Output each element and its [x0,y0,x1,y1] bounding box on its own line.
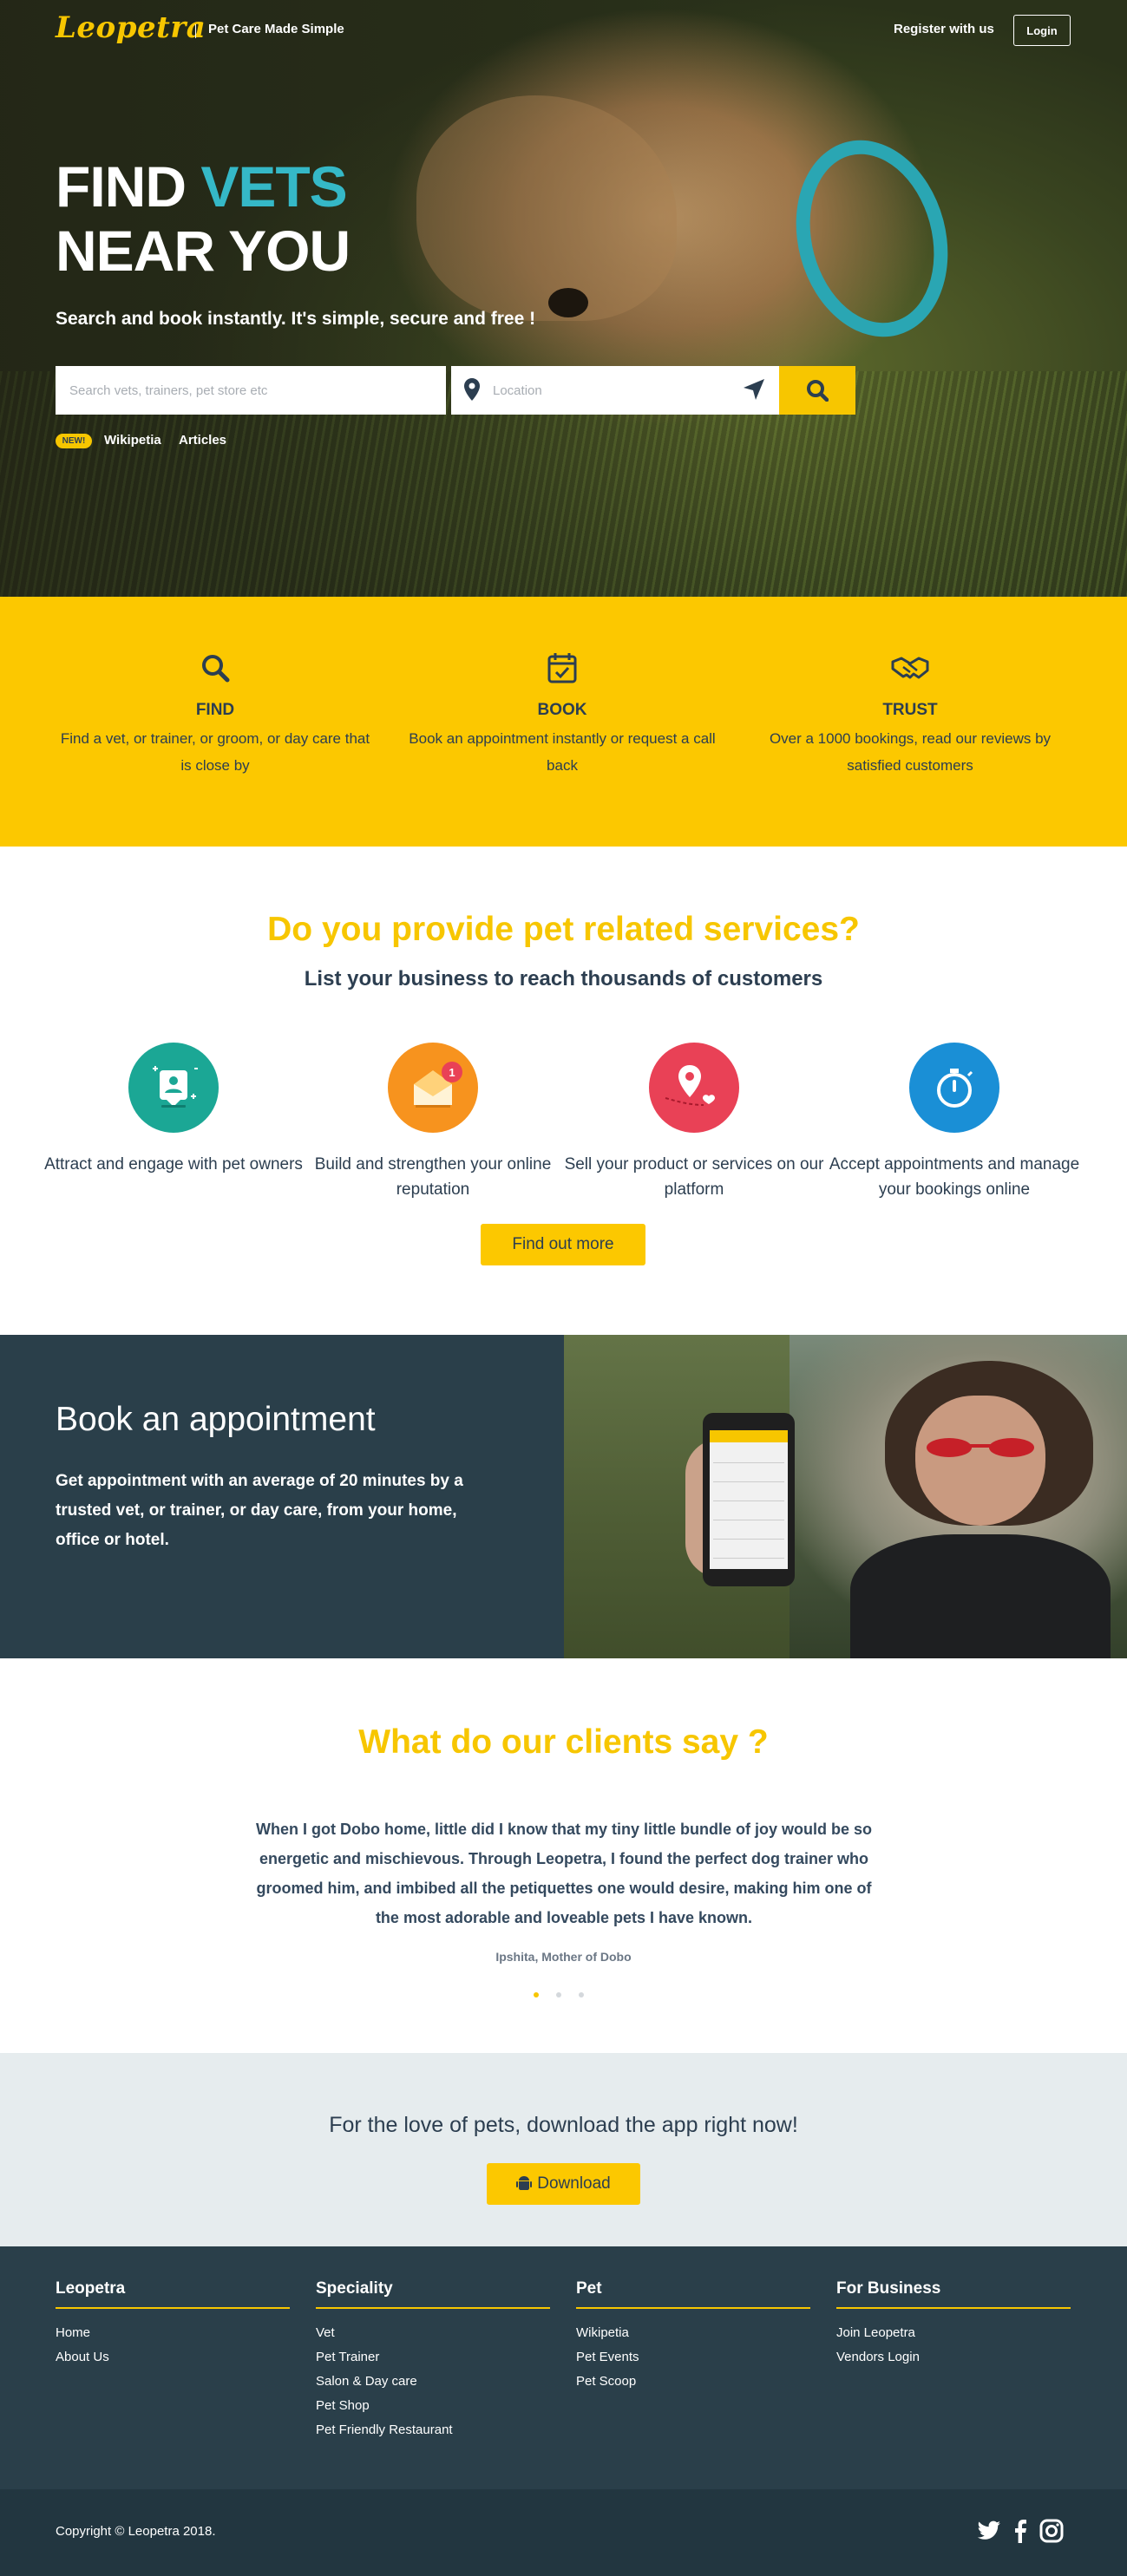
calendar-check-icon [406,649,718,687]
footer-col-pet: Pet Wikipetia Pet Events Pet Scoop [576,2279,810,2394]
woman-with-phone-image [564,1335,1127,1658]
footer: Leopetra Home About Us Speciality Vet Pe… [0,2246,1127,2489]
appointment-desc: Get appointment with an average of 20 mi… [56,1472,463,1549]
footer-link-wikipetia[interactable]: Wikipetia [576,2321,810,2345]
services-title: Do you provide pet related services? [267,911,860,948]
phone-mockup [703,1413,795,1586]
download-button[interactable]: Download [487,2163,640,2205]
service-engage: Attract and engage with pet owners [43,1043,304,1177]
social-links [977,2519,1064,2543]
search-icon [807,380,829,402]
notification-badge: 1 [442,1062,462,1082]
tagline: Pet Care Made Simple [208,22,344,36]
footer-link-pet-trainer[interactable]: Pet Trainer [316,2345,550,2370]
feature-book: BOOK Book an appointment instantly or re… [406,649,718,779]
footer-link-restaurant[interactable]: Pet Friendly Restaurant [316,2418,550,2442]
new-badge: NEW! [56,434,92,448]
hero-subtitle: Search and book instantly. It's simple, … [56,309,536,329]
login-button[interactable]: Login [1013,15,1071,46]
footer-bottom-bar: Copyright © Leopetra 2018. [0,2489,1127,2576]
footer-link-join[interactable]: Join Leopetra [836,2321,1071,2345]
footer-link-home[interactable]: Home [56,2321,290,2345]
logo-divider [195,24,196,38]
footer-link-pet-scoop[interactable]: Pet Scoop [576,2370,810,2394]
carousel-dots [534,1992,584,1997]
carousel-dot-3[interactable] [579,1992,584,1997]
search-button[interactable] [779,366,855,415]
search-input[interactable]: Search vets, trainers, pet store etc [56,366,446,415]
map-pin-icon [464,378,480,405]
logo[interactable]: Leopetra [56,10,206,45]
footer-col-leopetra: Leopetra Home About Us [56,2279,290,2370]
carousel-dot-1[interactable] [534,1992,539,1997]
sunglasses-icon [927,1438,1034,1457]
services-subtitle: List your business to reach thousands of… [304,967,823,991]
handshake-icon [754,649,1066,687]
footer-col-business: For Business Join Leopetra Vendors Login [836,2279,1071,2370]
footer-link-vet[interactable]: Vet [316,2321,550,2345]
footer-col-speciality: Speciality Vet Pet Trainer Salon & Day c… [316,2279,550,2442]
register-link[interactable]: Register with us [894,22,994,36]
wikipetia-link[interactable]: Wikipetia [104,433,161,448]
find-out-more-button[interactable]: Find out more [481,1224,645,1265]
features-section: FIND Find a vet, or trainer, or groom, o… [0,597,1127,847]
location-heart-icon [649,1043,739,1133]
footer-link-salon[interactable]: Salon & Day care [316,2370,550,2394]
locate-me-icon[interactable] [743,378,765,405]
articles-link[interactable]: Articles [179,433,226,448]
search-icon [59,649,371,687]
testimonial-author: Ipshita, Mother of Dobo [495,1950,632,1964]
instagram-icon[interactable] [1039,2519,1064,2543]
hero-title: FIND VETS NEAR YOU [56,154,351,283]
android-icon [516,2176,533,2190]
feature-trust: TRUST Over a 1000 bookings, read our rev… [754,649,1066,779]
testimonial-quote: When I got Dobo home, little did I know … [256,1821,872,1926]
appointment-section: Book an appointment Get appointment with… [0,1335,1127,1658]
service-reputation: 1 Build and strengthen your online reput… [303,1043,563,1202]
download-text: For the love of pets, download the app r… [329,2113,798,2137]
stopwatch-icon [909,1043,999,1133]
footer-link-pet-events[interactable]: Pet Events [576,2345,810,2370]
appointment-title: Book an appointment [56,1401,376,1438]
feature-find: FIND Find a vet, or trainer, or groom, o… [59,649,371,779]
carousel-dot-2[interactable] [556,1992,561,1997]
testimonial-title: What do our clients say ? [358,1723,769,1761]
service-sell: Sell your product or services on our pla… [564,1043,824,1202]
footer-link-vendors-login[interactable]: Vendors Login [836,2345,1071,2370]
service-appointments: Accept appointments and manage your book… [824,1043,1084,1202]
engage-icon [128,1043,219,1133]
download-section: For the love of pets, download the app r… [0,2053,1127,2246]
copyright: Copyright © Leopetra 2018. [56,2524,216,2539]
location-input[interactable]: Location [451,366,779,415]
footer-link-about[interactable]: About Us [56,2345,290,2370]
twitter-icon[interactable] [977,2520,1001,2541]
footer-link-pet-shop[interactable]: Pet Shop [316,2394,550,2418]
reputation-icon: 1 [388,1043,478,1133]
facebook-icon[interactable] [1013,2519,1027,2543]
hero-section [0,0,1127,597]
